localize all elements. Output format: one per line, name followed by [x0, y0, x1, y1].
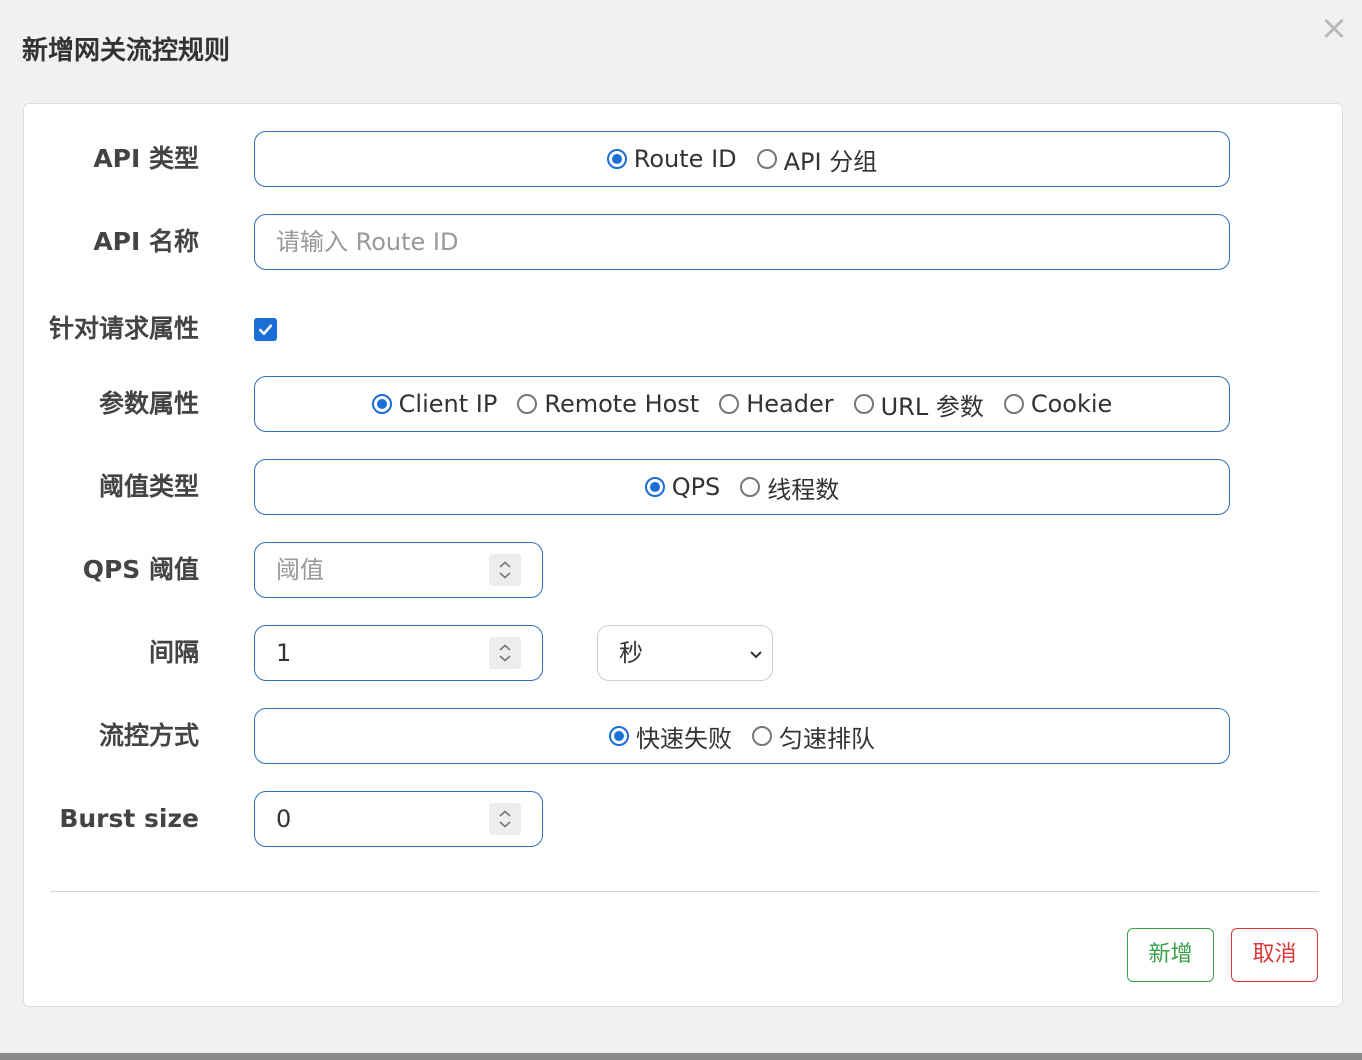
radio-unchecked-icon — [517, 394, 538, 414]
radio-unchecked-icon — [740, 477, 761, 497]
control-mode-radio-box: 快速失败 匀速排队 — [254, 708, 1230, 764]
chevron-up-icon — [499, 561, 511, 568]
radio-client-ip[interactable]: Client IP — [371, 390, 498, 418]
add-button[interactable]: 新增 — [1127, 928, 1214, 982]
radio-checked-icon — [371, 394, 392, 414]
param-attr-row: 参数属性 Client IP Remote Host Header URL 参数 — [24, 376, 1342, 432]
api-name-row: API 名称 — [24, 214, 1342, 270]
param-attr-label: 参数属性 — [98, 389, 199, 418]
radio-api-group[interactable]: API 分组 — [756, 142, 878, 177]
radio-checked-icon — [606, 149, 627, 169]
radio-checked-icon — [644, 477, 665, 497]
radio-label: Cookie — [1030, 390, 1113, 418]
radio-unchecked-icon — [752, 726, 772, 746]
radio-label: 快速失败 — [636, 724, 732, 753]
radio-checked-icon — [609, 726, 629, 746]
qps-threshold-box — [254, 542, 543, 598]
chevron-down-icon — [499, 572, 511, 579]
radio-label: QPS — [671, 473, 721, 501]
radio-unchecked-icon — [719, 394, 740, 414]
radio-route-id[interactable]: Route ID — [606, 145, 737, 173]
burst-size-label: Burst size — [59, 804, 199, 833]
cancel-button[interactable]: 取消 — [1231, 928, 1318, 982]
interval-unit-value: 秒 — [619, 639, 643, 667]
radio-header[interactable]: Header — [719, 390, 834, 418]
dialog-title: 新增网关流控规则 — [22, 36, 231, 66]
close-icon[interactable]: × — [1318, 11, 1350, 45]
radio-label: Client IP — [398, 390, 498, 418]
api-name-label: API 名称 — [93, 227, 199, 256]
form-panel: API 类型 Route ID API 分组 API 名称 针对请求属性 — [23, 103, 1343, 1007]
api-type-row: API 类型 Route ID API 分组 — [24, 131, 1342, 187]
radio-unchecked-icon — [1003, 394, 1024, 414]
checkmark-icon — [258, 324, 273, 336]
burst-size-box — [254, 791, 543, 847]
request-attr-checkbox[interactable] — [254, 318, 277, 341]
radio-label: Remote Host — [544, 390, 700, 418]
threshold-type-label: 阈值类型 — [98, 472, 199, 501]
radio-thread-count[interactable]: 线程数 — [740, 470, 839, 505]
qps-threshold-label: QPS 阈值 — [82, 555, 199, 584]
radio-label: 匀速排队 — [779, 724, 875, 753]
footer-divider — [50, 891, 1319, 892]
threshold-type-radio-box: QPS 线程数 — [254, 459, 1230, 515]
request-attr-row: 针对请求属性 — [24, 301, 1342, 357]
number-spinner[interactable] — [489, 803, 521, 835]
threshold-type-row: 阈值类型 QPS 线程数 — [24, 459, 1342, 515]
radio-fail-fast[interactable]: 快速失败 — [609, 719, 732, 754]
chevron-down-icon — [499, 821, 511, 828]
param-attr-radio-box: Client IP Remote Host Header URL 参数 Cook… — [254, 376, 1230, 432]
radio-unchecked-icon — [853, 394, 874, 414]
interval-box — [254, 625, 543, 681]
radio-unchecked-icon — [756, 149, 777, 169]
control-mode-row: 流控方式 快速失败 匀速排队 — [24, 708, 1342, 764]
api-name-input[interactable] — [255, 215, 1229, 269]
radio-url-param[interactable]: URL 参数 — [853, 387, 984, 422]
radio-label: 线程数 — [767, 475, 840, 504]
interval-label: 间隔 — [148, 638, 199, 667]
bottom-scrollbar — [0, 1053, 1362, 1060]
chevron-down-icon — [499, 655, 511, 662]
api-type-label: API 类型 — [93, 144, 199, 173]
request-attr-label: 针对请求属性 — [48, 314, 199, 343]
number-spinner[interactable] — [489, 637, 521, 669]
radio-label: Route ID — [633, 145, 737, 173]
radio-label: API 分组 — [783, 147, 878, 176]
control-mode-label: 流控方式 — [98, 721, 199, 750]
api-name-box — [254, 214, 1230, 270]
api-type-radio-box: Route ID API 分组 — [254, 131, 1230, 187]
chevron-up-icon — [499, 644, 511, 651]
radio-cookie[interactable]: Cookie — [1003, 390, 1113, 418]
chevron-up-icon — [499, 810, 511, 817]
radio-label: URL 参数 — [880, 392, 984, 421]
radio-rate-limiter[interactable]: 匀速排队 — [752, 719, 875, 754]
number-spinner[interactable] — [489, 554, 521, 586]
radio-label: Header — [746, 390, 834, 418]
chevron-down-icon — [750, 651, 762, 659]
qps-threshold-row: QPS 阈值 — [24, 542, 1342, 598]
interval-unit-select[interactable]: 秒 — [597, 625, 773, 681]
radio-qps[interactable]: QPS — [644, 473, 721, 501]
interval-row: 间隔 秒 — [24, 625, 1342, 681]
radio-remote-host[interactable]: Remote Host — [517, 390, 699, 418]
burst-size-row: Burst size — [24, 791, 1342, 847]
